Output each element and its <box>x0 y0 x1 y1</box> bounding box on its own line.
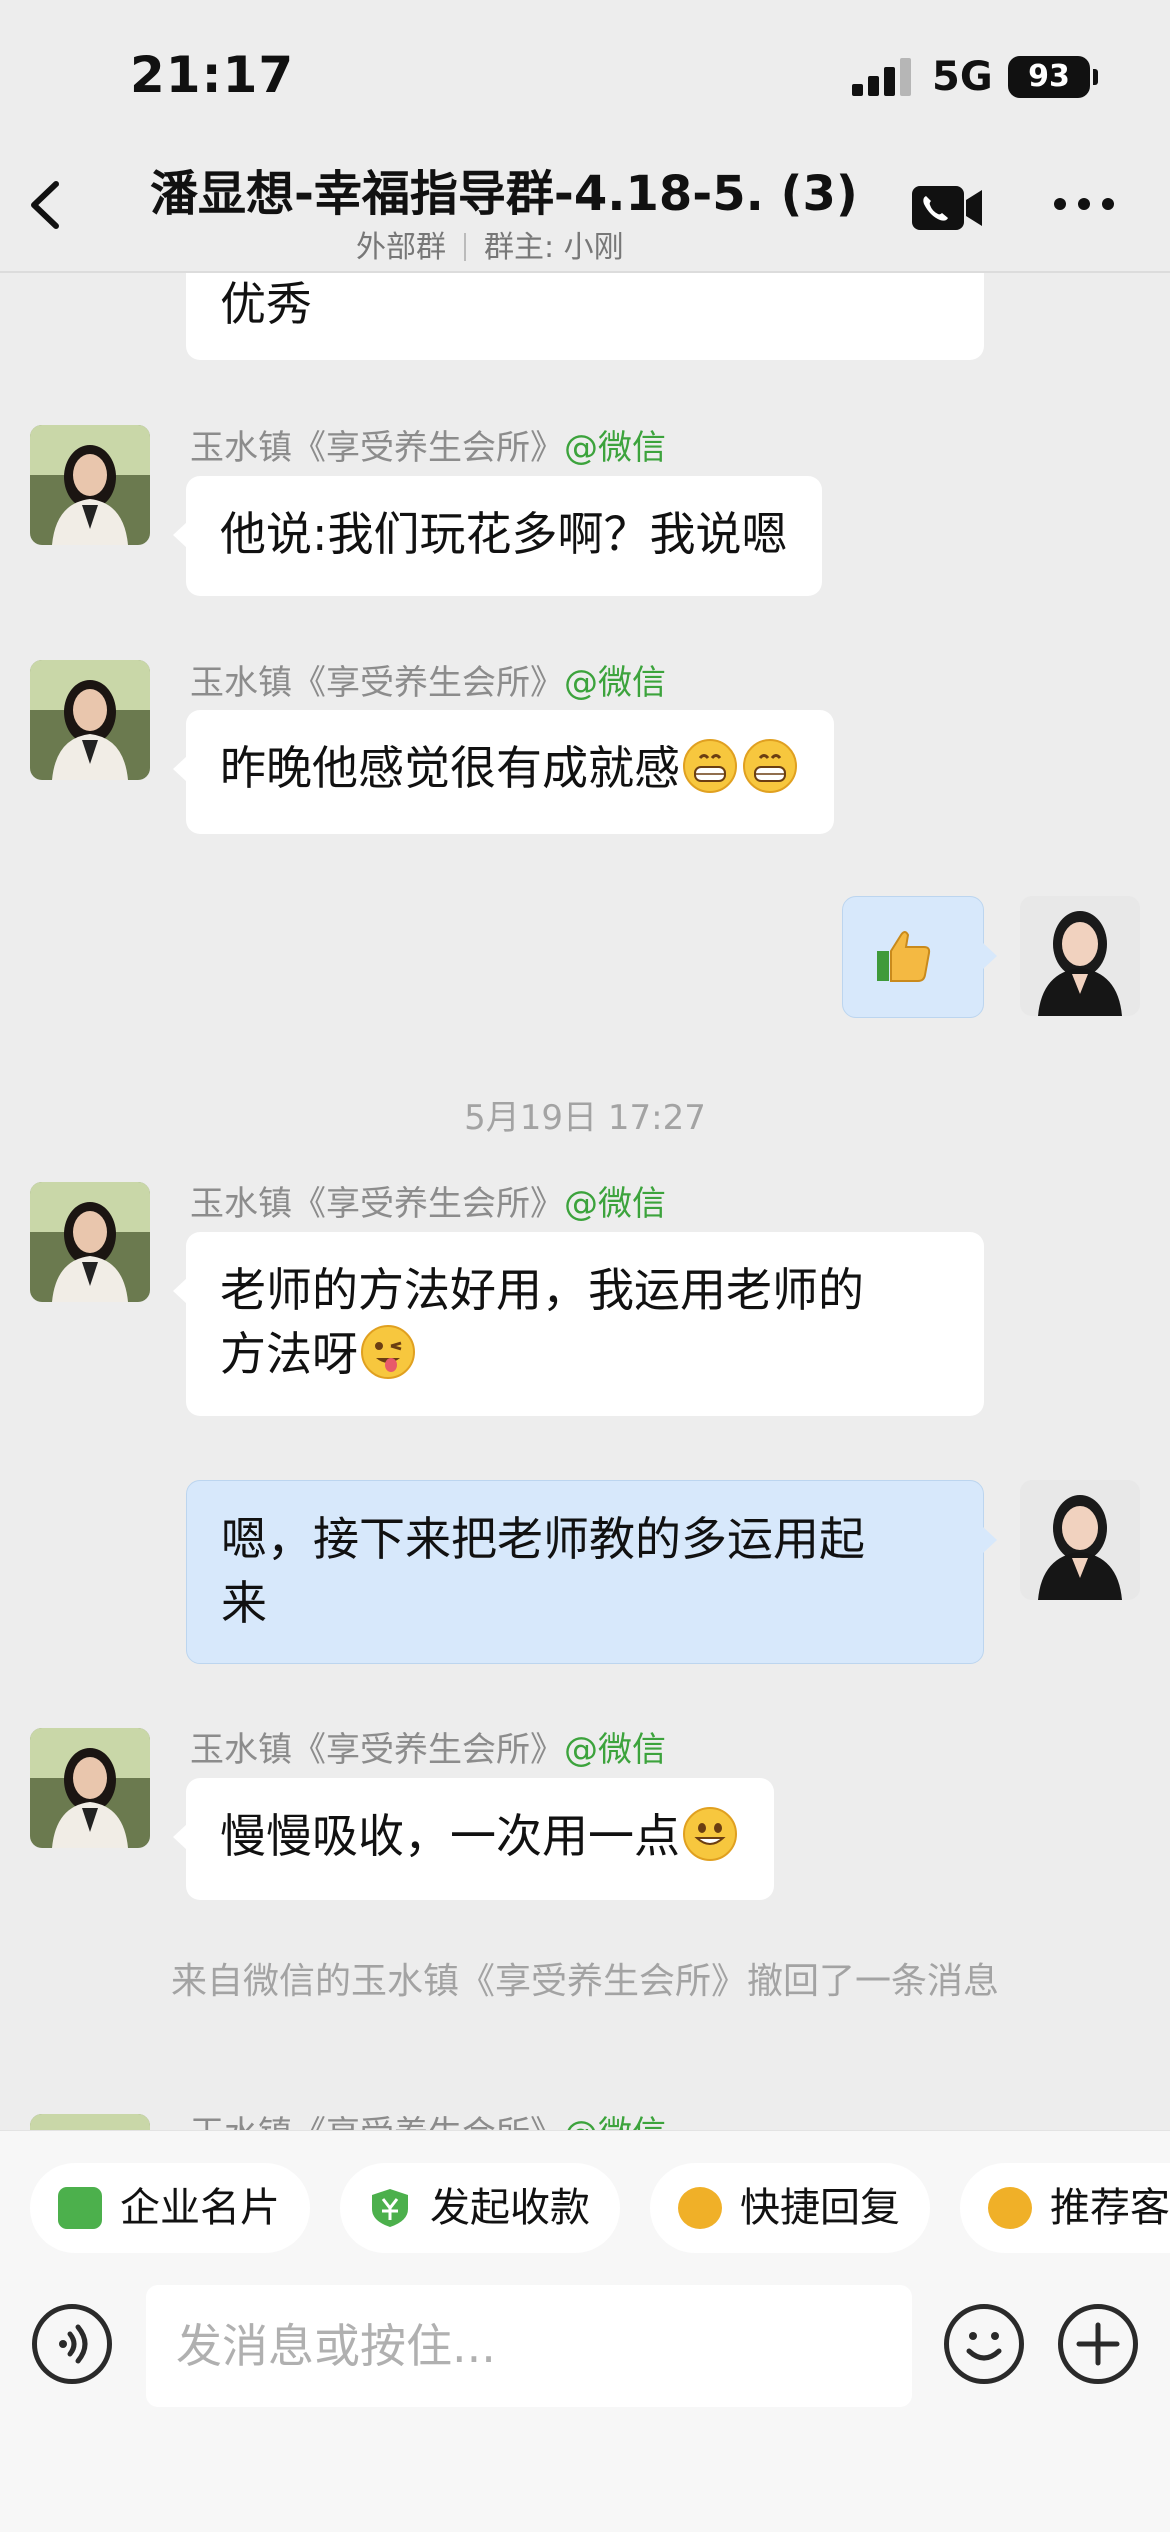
message-text: 他说:我们玩花多啊？我说嗯 <box>220 507 788 561</box>
smile-emoji-icon <box>683 1807 737 1861</box>
my-avatar[interactable] <box>1020 896 1140 1016</box>
recall-notice: 来自微信的玉水镇《享受养生会所》撤回了一条消息 <box>170 1961 999 2002</box>
sender-tag: @微信 <box>564 663 666 703</box>
plus-button[interactable] <box>1058 2304 1138 2384</box>
chevron-left-icon <box>31 181 59 229</box>
avatar[interactable] <box>30 660 150 780</box>
message-bubble[interactable]: 昨晚他感觉很有成就感 <box>173 710 834 834</box>
smiley-icon <box>966 2332 1002 2361</box>
call-button[interactable] <box>910 182 984 234</box>
card-icon <box>58 2187 102 2229</box>
avatar[interactable] <box>30 1728 150 1848</box>
sender-name: 玉水镇《享受养生会所》@微信 <box>190 1730 666 1770</box>
sender-tag: @微信 <box>564 1730 666 1770</box>
sender-name: 玉水镇《享受养生会所》@微信 <box>190 1184 666 1224</box>
back-button[interactable] <box>18 170 78 240</box>
grin-emoji-icon <box>743 739 797 793</box>
chip-business-card[interactable]: 企业名片 <box>30 2163 310 2253</box>
status-bar: 21:17 5G 93 <box>0 0 1170 140</box>
recommend-icon <box>988 2187 1032 2229</box>
avatar-woman-icon <box>1020 896 1140 1016</box>
yuan-shield-icon <box>372 2189 408 2227</box>
wink-tongue-emoji-icon <box>361 1325 415 1379</box>
composer-area: 企业名片 发起收款 快捷回复 推荐客 <box>0 2130 1170 2532</box>
avatar[interactable] <box>30 425 150 545</box>
grin-emoji-icon <box>683 739 737 793</box>
plus-icon <box>1076 2322 1120 2366</box>
chat-title[interactable]: 潘显想-幸福指导群-4.18-5. (3) <box>150 154 870 224</box>
phone-video-icon <box>912 186 982 230</box>
chat-subtitle: 外部群 群主: 小刚 <box>356 222 624 266</box>
message-text: 慢慢吸收，一次用一点 <box>220 1809 680 1863</box>
avatar-woman-icon <box>1020 1480 1140 1600</box>
battery-icon: 93 <box>1008 56 1090 98</box>
sender-tag: @微信 <box>564 428 666 468</box>
quick-reply-icon <box>678 2187 722 2229</box>
chip-recommend[interactable]: 推荐客 <box>960 2163 1170 2253</box>
message-text: 嗯，接下来把老师教的多运用起 <box>221 1512 865 1566</box>
group-owner-label: 群主: 小刚 <box>484 230 624 265</box>
message-bubble[interactable]: 他说:我们玩花多啊？我说嗯 <box>173 476 822 596</box>
emoji-button[interactable] <box>944 2304 1024 2384</box>
group-type-label: 外部群 <box>356 230 446 265</box>
avatar-woman-icon <box>30 1182 150 1302</box>
thumbs-up-emoji-icon <box>877 931 931 982</box>
message-text: 优秀 <box>220 277 312 331</box>
sender-name: 玉水镇《享受养生会所》@微信 <box>190 663 666 703</box>
avatar[interactable] <box>30 1182 150 1302</box>
timestamp: 5月19日 17:27 <box>464 1098 706 1138</box>
chat-screen: 21:17 5G 93 潘显想-幸福指导群-4.18-5. (3) 外部群 群主:… <box>0 0 1170 2532</box>
message-input[interactable] <box>146 2285 912 2407</box>
voice-icon <box>59 2324 88 2364</box>
sender-name: 玉水镇《享受养生会所》@微信 <box>190 428 666 468</box>
network-type: 5G <box>932 54 993 100</box>
message-text: 来 <box>221 1576 267 1630</box>
message-text: 方法呀 <box>220 1327 358 1381</box>
more-button[interactable] <box>1052 192 1116 218</box>
voice-button[interactable] <box>32 2304 112 2384</box>
avatar-woman-icon <box>30 1728 150 1848</box>
status-time: 21:17 <box>130 46 295 104</box>
my-message-bubble[interactable] <box>842 896 997 1018</box>
avatar-woman-icon <box>30 425 150 545</box>
my-avatar[interactable] <box>1020 1480 1140 1600</box>
chat-header: 潘显想-幸福指导群-4.18-5. (3) 外部群 群主: 小刚 <box>0 140 1170 273</box>
message-bubble[interactable]: 慢慢吸收，一次用一点 <box>173 1778 774 1900</box>
message-bubble[interactable]: 老师的方法好用，我运用老师的 方法呀 <box>173 1232 984 1416</box>
my-message-bubble[interactable]: 嗯，接下来把老师教的多运用起 来 <box>186 1480 997 1664</box>
battery-tip <box>1093 69 1098 85</box>
signal-icon <box>852 58 914 96</box>
sender-tag: @微信 <box>564 1184 666 1224</box>
chip-request-payment[interactable]: 发起收款 <box>340 2163 620 2253</box>
chip-quick-reply[interactable]: 快捷回复 <box>650 2163 930 2253</box>
message-text: 昨晚他感觉很有成就感 <box>220 741 680 795</box>
avatar-woman-icon <box>30 660 150 780</box>
message-text: 老师的方法好用，我运用老师的 <box>220 1263 864 1317</box>
